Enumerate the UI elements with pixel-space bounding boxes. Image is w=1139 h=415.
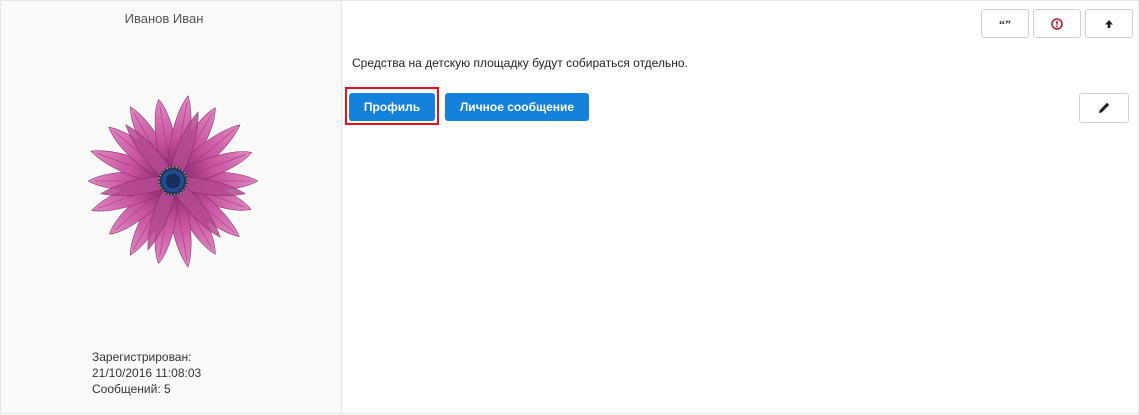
profile-button[interactable]: Профиль: [349, 93, 435, 121]
quote-icon: “”: [999, 19, 1011, 29]
scroll-top-button[interactable]: [1085, 9, 1133, 38]
author-panel: Иванов Иван Зарегистрирован: 21/10/2016 …: [1, 1, 342, 413]
author-name[interactable]: Иванов Иван: [1, 11, 327, 26]
profile-button-wrap: Профиль: [345, 87, 439, 125]
private-message-button[interactable]: Личное сообщение: [445, 93, 589, 121]
flower-avatar: [87, 95, 259, 268]
forum-post: Иванов Иван Зарегистрирован: 21/10/2016 …: [0, 0, 1139, 414]
author-stats: Зарегистрирован: 21/10/2016 11:08:03 Соо…: [92, 349, 201, 397]
arrow-up-icon: [1105, 19, 1113, 28]
messages-count: Сообщений: 5: [92, 382, 171, 396]
post-buttons: Профиль Личное сообщение: [345, 87, 589, 125]
registered-date: 21/10/2016 11:08:03: [92, 366, 202, 380]
registered-label: Зарегистрирован:: [92, 350, 192, 364]
pencil-icon: [1099, 102, 1110, 113]
report-icon: [1051, 17, 1063, 30]
report-button[interactable]: [1033, 9, 1081, 38]
edit-button[interactable]: [1079, 93, 1129, 123]
post-content: “” Средства на детскую площадку будут со…: [342, 1, 1138, 413]
post-actions: “”: [981, 9, 1133, 38]
svg-text:“”: “”: [999, 19, 1011, 29]
post-text: Средства на детскую площадку будут собир…: [352, 56, 688, 70]
quote-button[interactable]: “”: [981, 9, 1029, 38]
